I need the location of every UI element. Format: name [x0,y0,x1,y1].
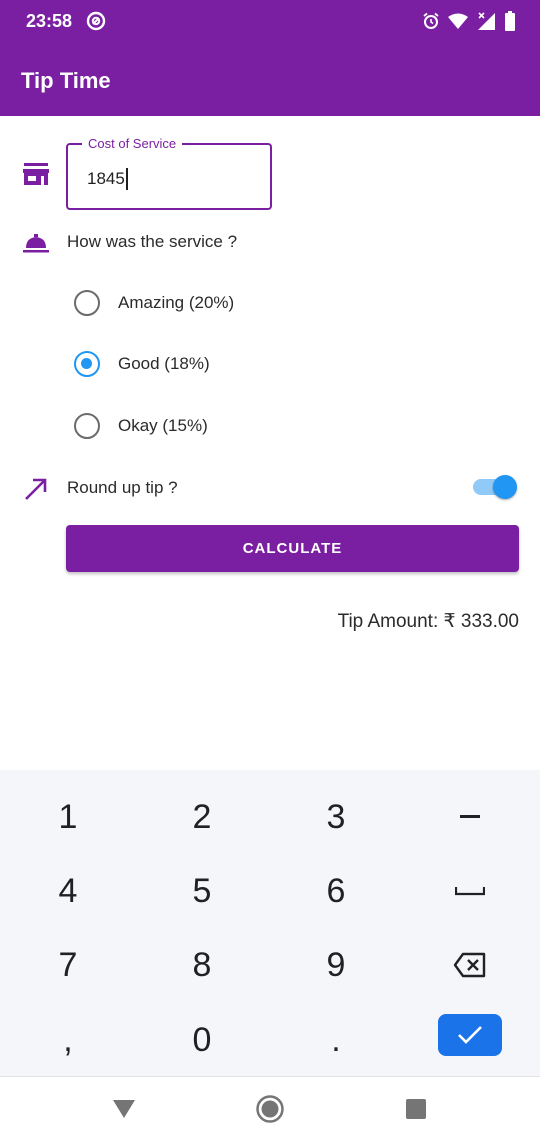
store-icon [23,163,49,185]
round-up-switch[interactable] [473,475,517,499]
key-9[interactable]: 9 [286,935,386,995]
trending-up-icon [25,478,47,500]
status-time: 23:58 [26,11,73,31]
navigation-bar [0,1076,540,1140]
backspace-icon [453,952,486,978]
key-minus[interactable] [420,787,520,847]
key-6[interactable]: 6 [286,861,386,921]
key-0[interactable]: 0 [152,1010,252,1070]
key-space[interactable] [420,861,520,921]
option-okay-label: Okay (15%) [118,416,208,435]
recents-icon[interactable] [405,1098,427,1120]
round-up-label: Round up tip ? [67,478,178,497]
text-cursor [125,168,128,190]
key-2[interactable]: 2 [152,787,252,847]
key-1[interactable]: 1 [18,787,118,847]
option-okay[interactable]: Okay (15%) [74,411,334,441]
signal-icon [478,12,495,30]
key-7[interactable]: 7 [18,935,118,995]
option-amazing-label: Amazing (20%) [118,293,235,312]
space-icon [455,887,485,896]
minus-icon [460,815,480,818]
calculate-button[interactable]: CALCULATE [66,525,519,572]
cost-of-service-field[interactable]: Cost of Service 1845 [66,136,272,210]
service-question: How was the service ? [67,232,238,251]
status-icons [422,10,516,32]
sync-icon [86,11,106,31]
cost-of-service-input[interactable]: 1845 [87,168,128,190]
key-5[interactable]: 5 [152,861,252,921]
battery-icon [505,11,515,31]
key-backspace[interactable] [420,935,520,995]
key-period[interactable]: . [286,1010,386,1070]
radio-okay[interactable] [74,413,100,439]
key-8[interactable]: 8 [152,935,252,995]
switch-thumb [493,475,517,499]
room-service-icon [23,234,49,253]
back-icon[interactable] [112,1099,136,1119]
wifi-icon [448,13,468,29]
key-3[interactable]: 3 [286,787,386,847]
key-4[interactable]: 4 [18,861,118,921]
key-comma[interactable]: , [18,1010,118,1070]
keyboard-done-button[interactable] [438,1014,502,1056]
cost-of-service-value: 1845 [87,169,125,188]
check-icon [458,1026,482,1044]
radio-amazing[interactable] [74,290,100,316]
tip-amount: Tip Amount: ₹ 333.00 [337,611,519,632]
option-good-label: Good (18%) [118,354,210,373]
cost-of-service-label: Cost of Service [82,136,183,151]
app-title: Tip Time [21,68,111,93]
numeric-keyboard: 1 2 3 4 5 6 7 8 9 , 0 . [0,770,540,1076]
app-bar: 23:58 Tip Time [0,0,540,116]
option-good[interactable]: Good (18%) [74,349,334,379]
home-icon[interactable] [255,1094,285,1124]
option-amazing[interactable]: Amazing (20%) [74,288,334,318]
radio-good[interactable] [74,351,100,377]
alarm-icon [423,12,439,29]
